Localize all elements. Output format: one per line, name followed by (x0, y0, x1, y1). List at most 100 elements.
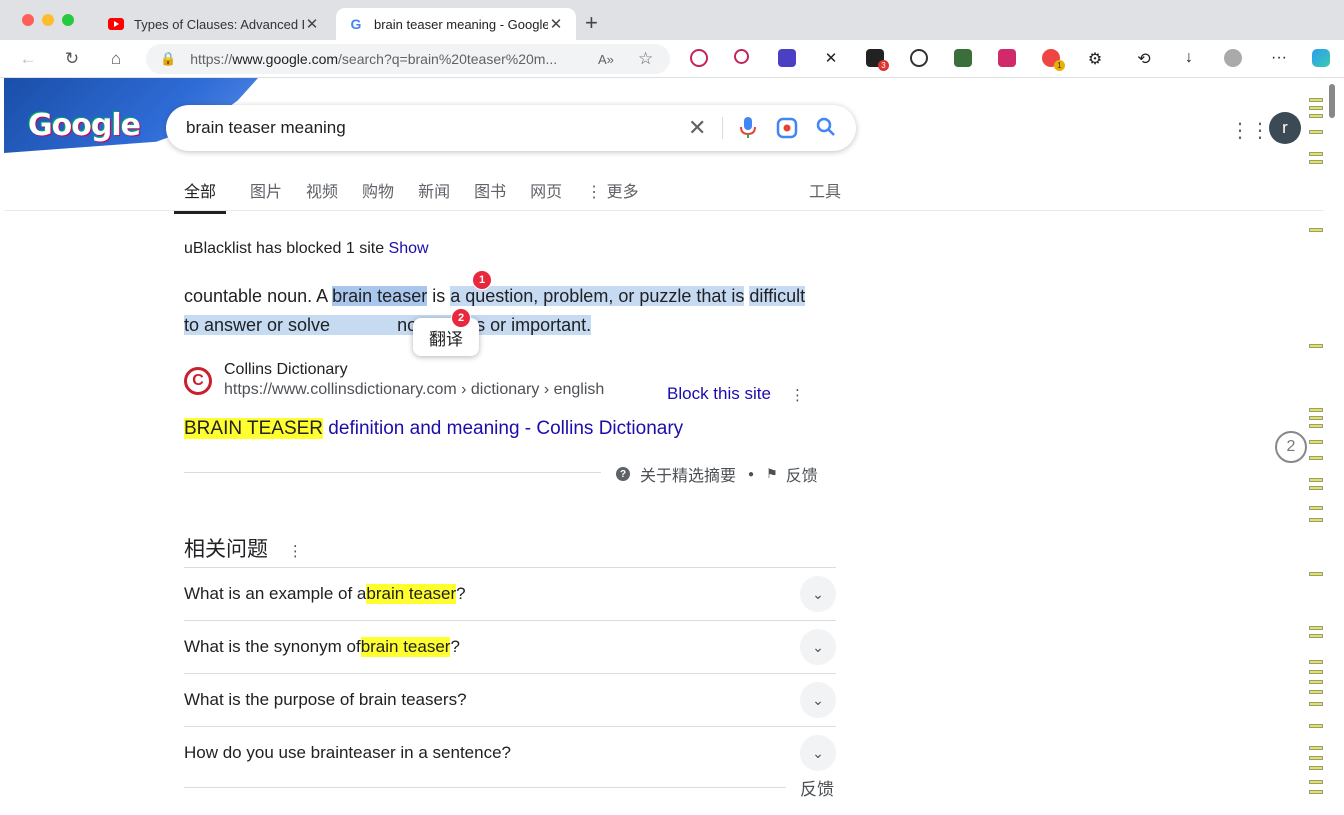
snippet-line1-rest: a question, problem, or puzzle that is (450, 286, 745, 306)
google-logo[interactable]: Google (28, 108, 141, 143)
tab-videos[interactable]: 视频 (306, 178, 338, 214)
question-text: What is the purpose of brain teasers? (184, 690, 467, 709)
search-tabs: 全部 图片 视频 购物 新闻 图书 网页 ⋮ 更多 (174, 178, 663, 214)
extension-icon-layout[interactable] (998, 49, 1016, 67)
search-icon[interactable] (816, 117, 836, 143)
profile-icon[interactable] (1224, 49, 1242, 67)
tab-google[interactable]: G brain teaser meaning - Google ✕ (336, 8, 576, 40)
avatar[interactable]: r (1269, 112, 1301, 144)
about-snippet-link[interactable]: 关于精选摘要 (640, 462, 736, 486)
scroll-marker (1309, 424, 1323, 428)
scroll-marker (1309, 478, 1323, 482)
tab-all[interactable]: 全部 (174, 178, 227, 214)
tab-shopping[interactable]: 购物 (362, 178, 394, 214)
result-title-highlight: BRAIN TEASER (184, 418, 324, 439)
tab-youtube[interactable]: Types of Clauses: Advanced Er ✕ (96, 8, 332, 40)
extensions-puzzle-icon[interactable]: ⚙ (1086, 49, 1104, 68)
help-icon: ? (616, 467, 630, 481)
result-menu-icon[interactable]: ⋮ (790, 386, 805, 404)
clear-search-icon[interactable]: ✕ (688, 115, 706, 141)
scrollbar[interactable] (1324, 78, 1344, 815)
block-site-link[interactable]: Block this site (667, 384, 771, 404)
source-name[interactable]: Collins Dictionary (224, 361, 348, 379)
scrollbar-thumb[interactable] (1329, 84, 1335, 118)
close-tab-icon[interactable]: ✕ (304, 15, 320, 33)
feedback-link[interactable]: 反馈 (786, 462, 818, 486)
related-question[interactable]: What is the synonym of brain teaser? ⌄ (184, 620, 836, 673)
chevron-down-icon[interactable]: ⌄ (800, 682, 836, 718)
extension-icon-play[interactable] (690, 49, 708, 67)
google-lens-icon[interactable] (776, 117, 798, 145)
close-window-button[interactable] (22, 14, 34, 26)
browser-toolbar: ← ↻ ⌂ 🔒 https://www.google.com/search?q=… (0, 40, 1344, 78)
history-icon[interactable]: ⟲ (1135, 49, 1153, 68)
tab-books[interactable]: 图书 (474, 178, 506, 214)
extension-icon-edit[interactable] (778, 49, 796, 67)
minimize-window-button[interactable] (42, 14, 54, 26)
scroll-marker (1309, 724, 1323, 728)
copilot-icon[interactable] (1312, 49, 1330, 67)
chevron-down-icon[interactable]: ⌄ (800, 576, 836, 612)
related-question[interactable]: How do you use brainteaser in a sentence… (184, 726, 836, 779)
google-icon: G (350, 16, 362, 32)
chevron-down-icon[interactable]: ⌄ (800, 629, 836, 665)
tab-title: Types of Clauses: Advanced Er (134, 16, 304, 32)
read-aloud-icon[interactable]: A» (598, 52, 614, 67)
scroll-marker (1309, 228, 1323, 232)
scroll-marker (1309, 626, 1323, 630)
scroll-marker (1309, 114, 1323, 118)
tab-images[interactable]: 图片 (250, 178, 282, 214)
reload-icon[interactable]: ↻ (59, 46, 85, 72)
scroll-marker (1309, 98, 1323, 102)
related-menu-icon[interactable]: ⋮ (288, 543, 303, 560)
scroll-marker (1309, 130, 1323, 134)
url-prefix: https:// (190, 51, 233, 67)
tab-news[interactable]: 新闻 (418, 178, 450, 214)
related-question[interactable]: What is an example of a brain teaser? ⌄ (184, 567, 836, 620)
scroll-marker (1309, 766, 1323, 770)
tab-title: brain teaser meaning - Google (374, 16, 548, 32)
scroll-marker (1309, 746, 1323, 750)
related-question[interactable]: What is the purpose of brain teasers? ⌄ (184, 673, 836, 726)
related-title-text: 相关问题 (184, 538, 268, 561)
search-input[interactable]: brain teaser meaning ✕ (166, 105, 856, 151)
result-title-rest: definition and meaning - Collins Diction… (323, 418, 684, 439)
tab-web[interactable]: 网页 (530, 178, 562, 214)
ublacklist-show-link[interactable]: Show (389, 240, 429, 257)
extension-icon-search[interactable] (734, 49, 749, 64)
more-menu-icon[interactable]: ··· (1270, 49, 1288, 67)
badge-1: 1 (472, 270, 492, 290)
chevron-down-icon[interactable]: ⌄ (800, 735, 836, 771)
scroll-marker (1309, 518, 1323, 522)
microphone-icon[interactable] (740, 117, 756, 145)
tools-button[interactable]: 工具 (809, 178, 841, 202)
result-title-link[interactable]: BRAIN TEASER definition and meaning - Co… (184, 418, 683, 440)
extension-icon-red[interactable]: 1 (1042, 49, 1065, 71)
scroll-marker (1309, 690, 1323, 694)
extension-icon-download[interactable] (954, 49, 972, 67)
extension-icon-dark[interactable]: 3 (866, 49, 889, 71)
extension-icon-record[interactable] (910, 49, 928, 67)
question-text: What is the synonym of (184, 637, 361, 656)
scroll-marker (1309, 780, 1323, 784)
scroll-marker (1309, 456, 1323, 460)
search-query[interactable]: brain teaser meaning (186, 118, 346, 138)
question-text: What is an example of a (184, 584, 367, 603)
favorite-star-icon[interactable]: ☆ (638, 49, 653, 69)
scroll-marker (1309, 634, 1323, 638)
lock-icon: 🔒 (160, 51, 177, 66)
related-feedback-link[interactable]: 反馈 (800, 775, 834, 800)
collins-logo-icon[interactable]: C (184, 367, 212, 395)
downloads-icon[interactable]: ↓ (1180, 49, 1198, 67)
extension-icon-tools[interactable]: ✕ (822, 49, 840, 67)
tab-more[interactable]: ⋮ 更多 (586, 178, 638, 214)
back-icon[interactable]: ← (15, 46, 41, 72)
side-counter-badge[interactable]: 2 (1275, 431, 1307, 463)
home-icon[interactable]: ⌂ (103, 46, 129, 72)
featured-snippet-text: countable noun. A brain teaser is a ques… (184, 282, 824, 340)
close-tab-icon[interactable]: ✕ (548, 15, 564, 33)
new-tab-icon[interactable]: + (585, 10, 598, 36)
address-bar[interactable]: 🔒 https://www.google.com/search?q=brain%… (146, 44, 670, 74)
source-url[interactable]: https://www.collinsdictionary.com › dict… (224, 381, 604, 399)
maximize-window-button[interactable] (62, 14, 74, 26)
